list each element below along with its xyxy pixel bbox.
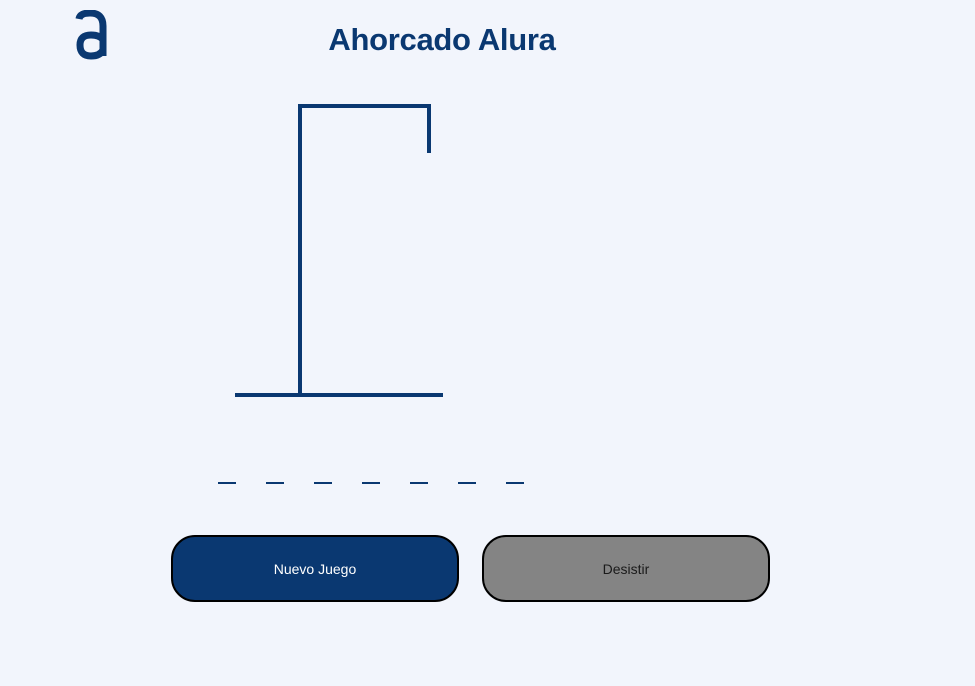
letter-slot bbox=[362, 472, 380, 484]
word-slots bbox=[218, 472, 524, 484]
letter-slot bbox=[218, 472, 236, 484]
gallows-icon bbox=[235, 104, 443, 397]
game-page: Ahorcado Alura Nuevo Juego Desistir bbox=[0, 0, 975, 686]
letter-slot bbox=[506, 472, 524, 484]
letter-slot bbox=[266, 472, 284, 484]
new-game-button[interactable]: Nuevo Juego bbox=[171, 535, 459, 602]
quit-button[interactable]: Desistir bbox=[482, 535, 770, 602]
letter-slot bbox=[458, 472, 476, 484]
letter-slot bbox=[410, 472, 428, 484]
page-title: Ahorcado Alura bbox=[328, 22, 556, 57]
letter-slot bbox=[314, 472, 332, 484]
